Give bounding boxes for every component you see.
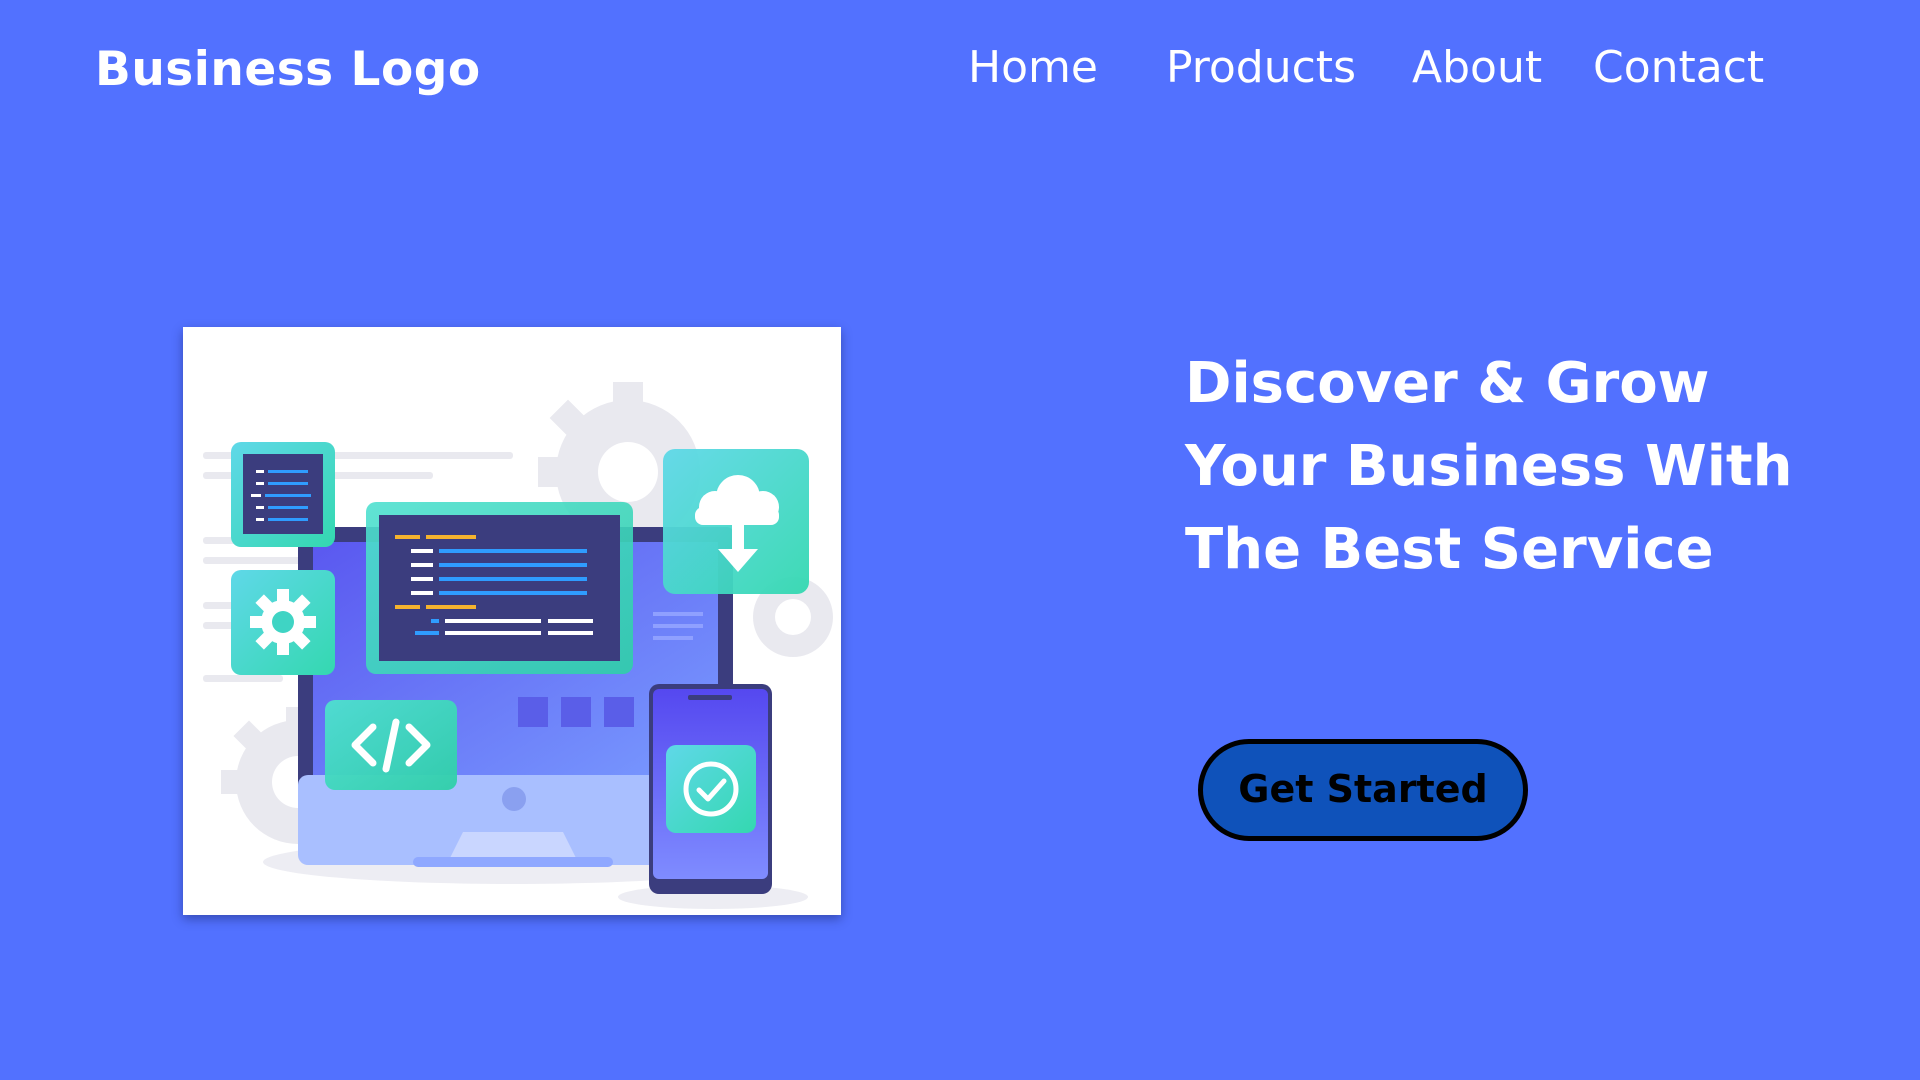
nav-about-link[interactable]: About xyxy=(1412,42,1542,93)
code-tag-icon xyxy=(325,700,457,790)
gear-icon xyxy=(231,570,335,675)
headline-line-1: Discover & Grow xyxy=(1185,351,1710,416)
hero-illustration xyxy=(183,327,841,915)
code-editor-icon xyxy=(366,502,633,674)
document-card-icon xyxy=(231,442,335,547)
nav-products-link[interactable]: Products xyxy=(1166,42,1356,93)
web-development-illustration xyxy=(203,382,833,909)
hero-headline: Discover & Grow Your Business With The B… xyxy=(1185,342,1865,591)
smartphone-icon xyxy=(649,684,772,894)
checkmark-icon xyxy=(666,745,756,833)
cloud-download-icon xyxy=(663,449,809,594)
headline-line-3: The Best Service xyxy=(1185,517,1714,582)
nav-contact-link[interactable]: Contact xyxy=(1593,42,1764,93)
nav-home-link[interactable]: Home xyxy=(968,42,1098,93)
headline-line-2: Your Business With xyxy=(1185,434,1793,499)
main-nav: Home Products About Contact xyxy=(0,42,1920,102)
get-started-button[interactable]: Get Started xyxy=(1198,739,1528,841)
